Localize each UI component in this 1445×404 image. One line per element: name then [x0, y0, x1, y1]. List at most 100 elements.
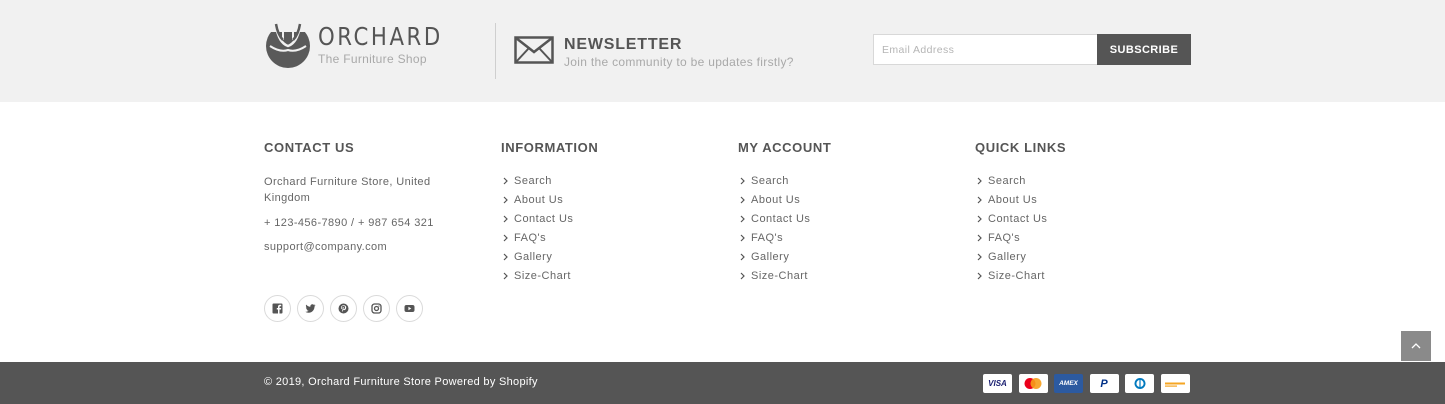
footer-link-size-chart[interactable]: Size-Chart	[738, 266, 958, 285]
chevron-right-icon	[977, 196, 982, 203]
footer-link-label: About Us	[514, 193, 564, 206]
chevron-right-icon	[503, 196, 508, 203]
payment-methods: VISA AMEX P	[983, 374, 1190, 393]
chevron-right-icon	[977, 177, 982, 184]
footer-link-about-us[interactable]: About Us	[975, 190, 1195, 209]
footer-link-label: Search	[988, 174, 1026, 187]
footer-link-label: Gallery	[988, 250, 1027, 263]
footer-link-gallery[interactable]: Gallery	[501, 247, 721, 266]
brand-tagline: The Furniture Shop	[318, 52, 427, 66]
chevron-right-icon	[740, 272, 745, 279]
footer-link-contact-us[interactable]: Contact Us	[738, 209, 958, 228]
footer-link-label: About Us	[751, 193, 801, 206]
paypal-icon: P	[1089, 374, 1119, 393]
footer-link-search[interactable]: Search	[738, 171, 958, 190]
contact-phone: + 123-456-7890 / + 987 654 321	[264, 217, 434, 229]
footer-bottom-bar: © 2019, Orchard Furniture Store Powered …	[0, 362, 1445, 404]
email-field[interactable]	[873, 34, 1098, 65]
footer-link-label: Size-Chart	[751, 269, 808, 282]
contact-column: CONTACT US Orchard Furniture Store, Unit…	[264, 140, 484, 255]
chevron-right-icon	[977, 272, 982, 279]
contact-address: Orchard Furniture Store, United Kingdom	[264, 176, 431, 204]
footer-link-size-chart[interactable]: Size-Chart	[501, 266, 721, 285]
logo[interactable]: ORCHARD The Furniture Shop	[264, 22, 465, 68]
footer-link-label: About Us	[988, 193, 1038, 206]
envelope-icon	[514, 36, 554, 64]
chevron-right-icon	[740, 215, 745, 222]
chevron-right-icon	[740, 253, 745, 260]
facebook-link[interactable]	[264, 295, 291, 322]
footer-link-faqs[interactable]: FAQ's	[738, 228, 958, 247]
footer-link-label: Search	[751, 174, 789, 187]
twitter-link[interactable]	[297, 295, 324, 322]
newsletter-title: NEWSLETTER	[564, 36, 683, 53]
vertical-divider	[495, 23, 496, 79]
chevron-right-icon	[503, 234, 508, 241]
footer-link-label: FAQ's	[514, 231, 547, 244]
my-account-title: MY ACCOUNT	[738, 140, 832, 155]
footer-link-faqs[interactable]: FAQ's	[501, 228, 721, 247]
footer-link-faqs[interactable]: FAQ's	[975, 228, 1195, 247]
chevron-right-icon	[740, 234, 745, 241]
footer-link-size-chart[interactable]: Size-Chart	[975, 266, 1195, 285]
my-account-links: Search About Us Contact Us FAQ's Gallery…	[738, 171, 958, 285]
footer-link-label: Gallery	[514, 250, 553, 263]
footer-link-search[interactable]: Search	[501, 171, 721, 190]
copyright-text: © 2019, Orchard Furniture Store Powered …	[264, 376, 538, 388]
pinterest-icon	[338, 303, 349, 314]
logo-mark-icon	[264, 22, 312, 68]
footer-link-label: Search	[514, 174, 552, 187]
card-icon	[1160, 374, 1190, 393]
pinterest-link[interactable]	[330, 295, 357, 322]
diners-club-icon	[1125, 374, 1154, 393]
footer-link-label: Contact Us	[988, 212, 1048, 225]
contact-title: CONTACT US	[264, 140, 355, 155]
footer-link-label: FAQ's	[751, 231, 784, 244]
footer-link-label: Size-Chart	[988, 269, 1045, 282]
footer-link-label: Contact Us	[751, 212, 811, 225]
visa-icon: VISA	[983, 374, 1012, 393]
chevron-right-icon	[740, 196, 745, 203]
chevron-right-icon	[977, 215, 982, 222]
quick-links-column: QUICK LINKS Search About Us Contact Us F…	[975, 140, 1195, 285]
chevron-right-icon	[740, 177, 745, 184]
twitter-icon	[305, 304, 316, 313]
chevron-right-icon	[503, 253, 508, 260]
footer-link-gallery[interactable]: Gallery	[975, 247, 1195, 266]
my-account-column: MY ACCOUNT Search About Us Contact Us FA…	[738, 140, 958, 285]
chevron-right-icon	[503, 272, 508, 279]
information-title: INFORMATION	[501, 140, 599, 155]
footer-link-gallery[interactable]: Gallery	[738, 247, 958, 266]
footer-link-contact-us[interactable]: Contact Us	[501, 209, 721, 228]
newsletter-band: ORCHARD The Furniture Shop NEWSLETTER Jo…	[0, 0, 1445, 102]
chevron-right-icon	[503, 177, 508, 184]
youtube-link[interactable]	[396, 295, 423, 322]
footer-link-label: FAQ's	[988, 231, 1021, 244]
chevron-right-icon	[977, 234, 982, 241]
instagram-icon	[371, 303, 382, 314]
footer-link-label: Contact Us	[514, 212, 574, 225]
footer-link-about-us[interactable]: About Us	[501, 190, 721, 209]
brand-name: ORCHARD	[318, 22, 443, 51]
youtube-icon	[404, 305, 415, 312]
subscribe-button[interactable]: SUBSCRIBE	[1097, 34, 1191, 65]
newsletter-subtitle: Join the community to be updates firstly…	[564, 55, 794, 69]
amex-icon: AMEX	[1054, 374, 1083, 393]
footer-link-label: Size-Chart	[514, 269, 571, 282]
social-links	[264, 295, 429, 322]
chevron-up-icon	[1411, 343, 1421, 349]
mastercard-icon	[1018, 374, 1048, 393]
facebook-icon	[272, 303, 283, 314]
footer-link-search[interactable]: Search	[975, 171, 1195, 190]
quick-links-list: Search About Us Contact Us FAQ's Gallery…	[975, 171, 1195, 285]
footer-link-contact-us[interactable]: Contact Us	[975, 209, 1195, 228]
contact-email[interactable]: support@company.com	[264, 239, 484, 255]
information-links: Search About Us Contact Us FAQ's Gallery…	[501, 171, 721, 285]
footer-link-about-us[interactable]: About Us	[738, 190, 958, 209]
instagram-link[interactable]	[363, 295, 390, 322]
information-column: INFORMATION Search About Us Contact Us F…	[501, 140, 721, 285]
scroll-to-top-button[interactable]	[1401, 331, 1431, 361]
chevron-right-icon	[503, 215, 508, 222]
footer-link-label: Gallery	[751, 250, 790, 263]
quick-links-title: QUICK LINKS	[975, 140, 1067, 155]
